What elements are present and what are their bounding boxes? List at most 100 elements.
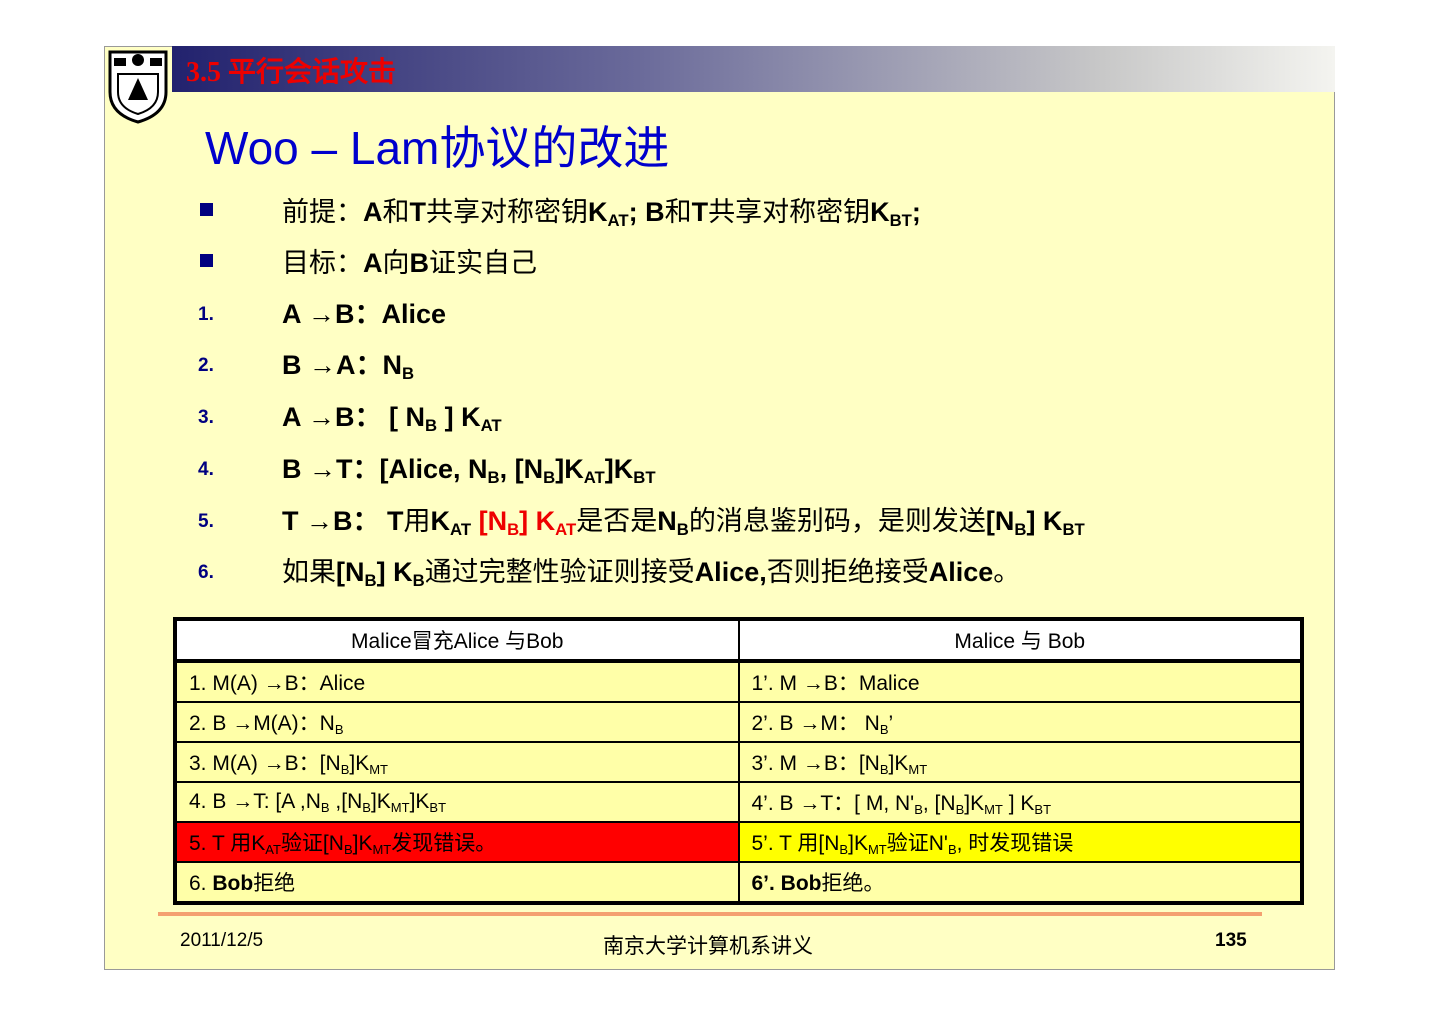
text-segment: 。 — [993, 557, 1021, 587]
text-segment: 验证N' — [886, 832, 948, 855]
table-cell: 4. B →T: [A ,NB ,[NB]KMT]KBT — [174, 781, 740, 823]
comparison-table: Malice冒充Alice 与Bob Malice 与 Bob 1. M(A) →B… — [173, 617, 1304, 905]
subscript: BT — [889, 211, 912, 231]
text-segment: , [N — [922, 792, 956, 815]
university-crest-logo — [108, 50, 168, 124]
subscript: BT — [429, 799, 447, 815]
text-segment: ,[N — [329, 790, 363, 813]
subscript: B — [676, 520, 689, 540]
text-segment: ] K — [437, 402, 481, 432]
text-segment: ]K — [352, 832, 373, 855]
step-number: 3. — [198, 407, 214, 428]
text-segment: ]K — [848, 832, 868, 855]
table-cell: 1’. M →B：Malice — [737, 660, 1303, 703]
subscript: B — [487, 468, 500, 488]
footer-title: 南京大学计算机系讲义 — [603, 935, 813, 958]
section-title: 3.5 平行会话攻击 — [186, 57, 397, 88]
text-segment: K — [870, 197, 890, 227]
subscript: B — [320, 799, 330, 815]
footer-date: 2011/12/5 — [180, 930, 264, 951]
text-segment: 证实自己 — [429, 248, 537, 278]
step-number: 5. — [198, 511, 214, 532]
text-segment: K — [588, 197, 608, 227]
subscript: B — [1014, 520, 1027, 540]
text-segment: T →B： T — [282, 506, 404, 536]
subscript: MT — [369, 761, 389, 777]
text-segment: [N — [336, 557, 365, 587]
text-segment: ] K — [1002, 792, 1035, 815]
subscript: B — [955, 801, 965, 817]
text-segment: 4’. B →T：[ M, N' — [751, 792, 915, 815]
bullet-icon — [200, 254, 213, 267]
subscript: B — [947, 841, 957, 857]
text-segment: ’ — [888, 712, 894, 735]
text-segment: 共享对称密钥 — [708, 197, 871, 227]
subscript: B — [364, 571, 377, 591]
page-number: 135 — [1215, 930, 1247, 951]
text-segment: Bob — [212, 872, 254, 895]
table-cell: 2. B →M(A)：NB — [174, 701, 740, 743]
subscript: B — [543, 468, 556, 488]
subscript: B — [507, 520, 520, 540]
text-segment: 6. — [189, 872, 213, 895]
text-segment: 如果 — [282, 557, 336, 587]
table-row: 4. B →T: [A ,NB ,[NB]KMT]KBT 4’. B →T：[ M… — [174, 781, 1303, 823]
subscript: B — [362, 799, 371, 815]
table-cell: 6’. Bob拒绝。 — [737, 861, 1303, 904]
text-segment: 共享对称密钥 — [426, 197, 588, 227]
text-segment: T — [691, 197, 709, 227]
text-segment: 3. M(A) →B：[N — [189, 752, 341, 775]
text-segment: 和 — [382, 197, 410, 227]
table-cell: 2’. B →M： NB’ — [737, 701, 1303, 743]
protocol-line: B →A：NB — [282, 343, 414, 382]
step-number: 6. — [198, 562, 214, 583]
text-segment: ]K — [888, 752, 909, 775]
table-row: 3. M(A) →B：[NB]KMT 3’. M →B：[NB]KMT — [174, 741, 1303, 783]
text-segment: 2. B →M(A)：N — [189, 712, 335, 735]
protocol-line: A →B： [ NB ] KAT — [282, 395, 502, 434]
text-segment: ]K — [604, 454, 634, 484]
bullet-icon — [200, 203, 213, 216]
table-row: 1. M(A) →B：Alice 1’. M →B：Malice — [174, 660, 1303, 703]
subscript: AT — [265, 841, 281, 857]
subscript: MT — [984, 801, 1003, 817]
subscript: B — [343, 841, 353, 857]
step-number: 2. — [198, 355, 214, 376]
subscript: AT — [583, 468, 605, 488]
text-segment: 是否是 — [576, 506, 658, 536]
table-cell: 3’. M →B：[NB]KMT — [737, 741, 1303, 783]
table-cell: 5’. T 用[NB]KMT验证N'B, 时发现错误 — [737, 821, 1303, 863]
subscript: B — [879, 761, 889, 777]
table-cell: 6. Bob拒绝 — [174, 861, 740, 904]
protocol-line: 如果[NB] KB通过完整性验证则接受Alice,否则拒绝接受Alice。 — [282, 550, 1020, 589]
text-segment: 和 — [664, 197, 692, 227]
subscript: AT — [607, 211, 629, 231]
text-segment: [N — [471, 506, 508, 536]
text-segment: 5’. T 用[N — [751, 832, 840, 855]
text-segment: , [N — [499, 454, 544, 484]
text-segment: ] K — [519, 506, 556, 536]
text-segment: B →A：N — [282, 350, 402, 380]
protocol-line: A →B：Alice — [282, 292, 446, 331]
table-cell: 5. T 用KAT验证[NB]KMT发现错误。 — [174, 821, 740, 863]
text-segment: A — [363, 197, 383, 227]
subscript: MT — [908, 761, 928, 777]
text-segment: K — [430, 506, 451, 536]
text-segment: A →B： [ N — [282, 402, 425, 432]
table-row: 6. Bob拒绝 6’. Bob拒绝。 — [174, 861, 1303, 904]
protocol-line: 前提：A和T共享对称密钥KAT; B和T共享对称密钥KBT; — [282, 190, 921, 229]
text-segment: 4. B →T: [A ,N — [189, 790, 321, 813]
table-cell: 3. M(A) →B：[NB]KMT — [174, 741, 740, 783]
text-segment: Alice — [928, 557, 994, 587]
step-number: 4. — [198, 459, 214, 480]
text-segment: Alice, — [694, 557, 767, 587]
subscript: B — [402, 364, 415, 384]
text-segment: ] K — [1026, 506, 1063, 536]
subscript: B — [425, 416, 438, 436]
text-segment: 向 — [382, 248, 410, 278]
text-segment: A — [363, 248, 383, 278]
table-row: 5. T 用KAT验证[NB]KMT发现错误。 5’. T 用[NB]KMT验证N… — [174, 821, 1303, 863]
subscript: B — [334, 721, 344, 737]
text-segment: A →B：Alice — [282, 299, 447, 329]
subscript: B — [914, 801, 923, 817]
